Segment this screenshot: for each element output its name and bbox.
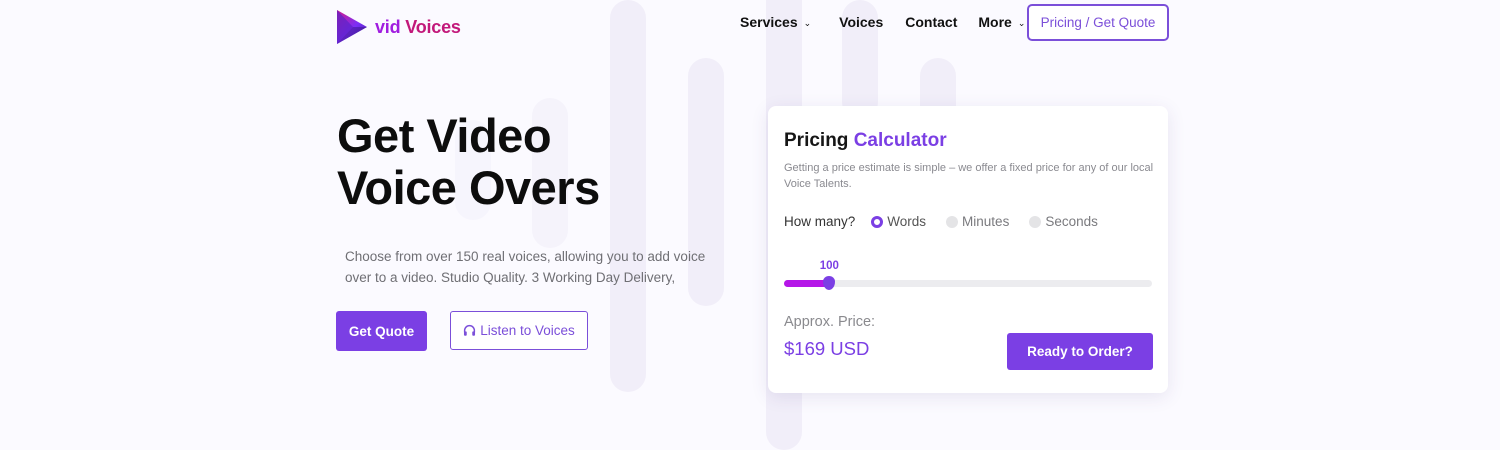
nav-item-voices[interactable]: Voices (839, 14, 883, 30)
hero-description: Choose from over 150 real voices, allowi… (345, 249, 706, 285)
chevron-down-icon: ⌄ (1017, 17, 1026, 28)
slider-value: 100 (819, 260, 839, 272)
pricing-quote-button[interactable]: Pricing / Get Quote (1027, 4, 1169, 41)
hero-title-line1: Get Video (337, 109, 552, 162)
radio-label: Seconds (1045, 214, 1098, 229)
listen-to-voices-button[interactable]: Listen to Voices (450, 311, 588, 350)
calculator-title-part1: Pricing (784, 130, 849, 151)
nav-label: Contact (905, 14, 958, 30)
listen-button-label: Listen to Voices (480, 323, 575, 338)
nav-label: Services (740, 14, 798, 30)
radio-minutes[interactable]: Minutes (946, 214, 1009, 229)
brand-name-part2: Voices (405, 16, 461, 37)
radio-dot (871, 215, 884, 228)
slider-thumb[interactable] (823, 276, 836, 290)
calculator-description: Getting a price estimate is simple – we … (784, 162, 1154, 190)
ready-to-order-button[interactable]: Ready to Order? (1007, 333, 1153, 370)
radio-label: Words (887, 214, 927, 229)
nav-item-more[interactable]: More ⌄ (978, 14, 1025, 30)
nav-label: More (978, 14, 1012, 30)
how-many-label: How many? (784, 214, 856, 229)
approx-price-value: $169 USD (784, 338, 870, 359)
brand-logo[interactable]: vid Voices (335, 8, 461, 46)
radio-dot (1029, 215, 1042, 228)
play-triangle-icon (337, 10, 367, 44)
quantity-slider[interactable] (784, 276, 1152, 290)
radio-dot (946, 215, 959, 228)
radio-seconds[interactable]: Seconds (1029, 214, 1098, 229)
chevron-down-icon: ⌄ (803, 17, 812, 28)
calculator-title: Pricing Calculator (784, 130, 947, 152)
brand-name-part1: vid (375, 16, 401, 37)
hero-title-line2: Voice Overs (337, 161, 600, 214)
unit-selector: How many? Words Minutes Seconds (784, 214, 1118, 229)
main-nav: Services ⌄ Voices Contact More ⌄ (740, 14, 1025, 30)
hero-title: Get Video Voice Overs (337, 110, 657, 214)
nav-label: Voices (839, 14, 884, 30)
brand-name: vid Voices (375, 17, 461, 38)
calculator-title-part2: Calculator (853, 130, 947, 151)
nav-item-services[interactable]: Services ⌄ (740, 14, 811, 30)
headphones-icon (464, 324, 476, 336)
radio-words[interactable]: Words (871, 214, 926, 229)
nav-item-contact[interactable]: Contact (905, 14, 957, 30)
radio-label: Minutes (962, 214, 1010, 229)
approx-price-label: Approx. Price: (784, 314, 876, 330)
pricing-calculator-card: Pricing Calculator Getting a price estim… (768, 106, 1168, 393)
get-quote-button[interactable]: Get Quote (336, 311, 427, 351)
